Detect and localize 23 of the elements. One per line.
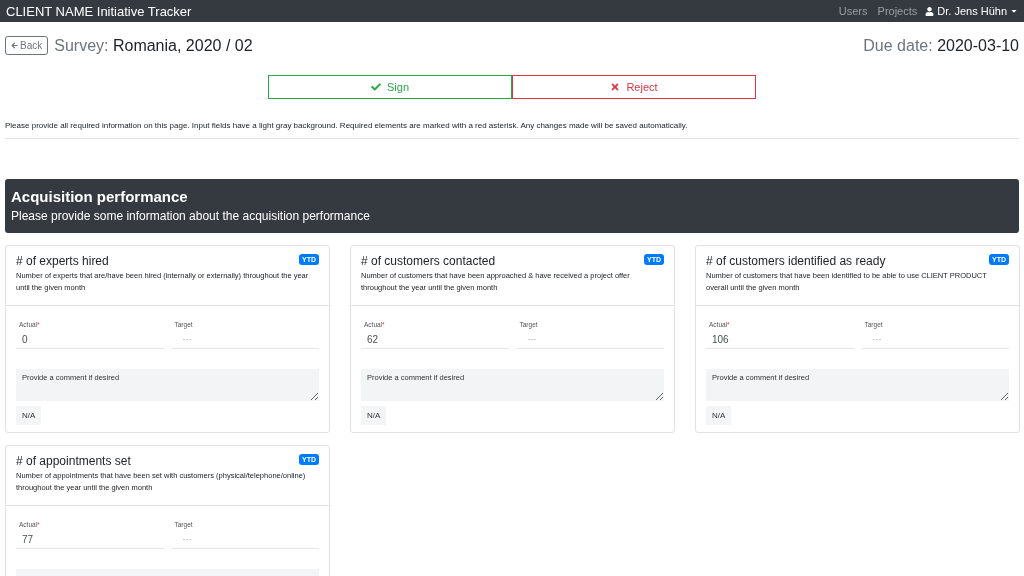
card-title: # of customers identified as ready xyxy=(706,254,886,268)
instructions-text: Please provide all required information on this page. Input fields have a light gray background. Required elements are marked with a red asterisk. Any changes made will be saved automatically. xyxy=(5,121,1019,139)
na-button[interactable]: N/A xyxy=(16,406,42,425)
due-date: Due date: 2020-03-10 xyxy=(863,36,1019,55)
section-subtitle: Please provide some information about the acquisition performance xyxy=(11,209,371,223)
caret-icon xyxy=(1010,7,1018,15)
na-button[interactable]: N/A xyxy=(361,406,387,425)
nav-link[interactable]: Users xyxy=(838,5,868,17)
arrow-left-icon xyxy=(11,42,18,49)
survey-title: Survey: Romania, 2020 / 02 xyxy=(54,36,254,55)
nav-link[interactable]: Projects xyxy=(877,5,918,17)
reject-button[interactable]: Reject xyxy=(512,75,756,99)
card-title: # of customers contacted xyxy=(361,254,496,268)
card-title: # of experts hired xyxy=(16,254,109,268)
user-icon xyxy=(925,6,935,16)
cross-icon xyxy=(610,82,621,92)
card-title: # of appointments set xyxy=(16,454,131,468)
user-menu[interactable]: Dr. Jens Hühn xyxy=(925,5,1018,17)
back-button[interactable]: Back xyxy=(5,36,49,55)
brand-title: CLIENT NAME Initiative Tracker xyxy=(6,3,193,19)
section-title: Acquisition performance xyxy=(11,188,189,205)
na-button[interactable]: N/A xyxy=(706,406,732,425)
check-icon xyxy=(371,82,381,92)
